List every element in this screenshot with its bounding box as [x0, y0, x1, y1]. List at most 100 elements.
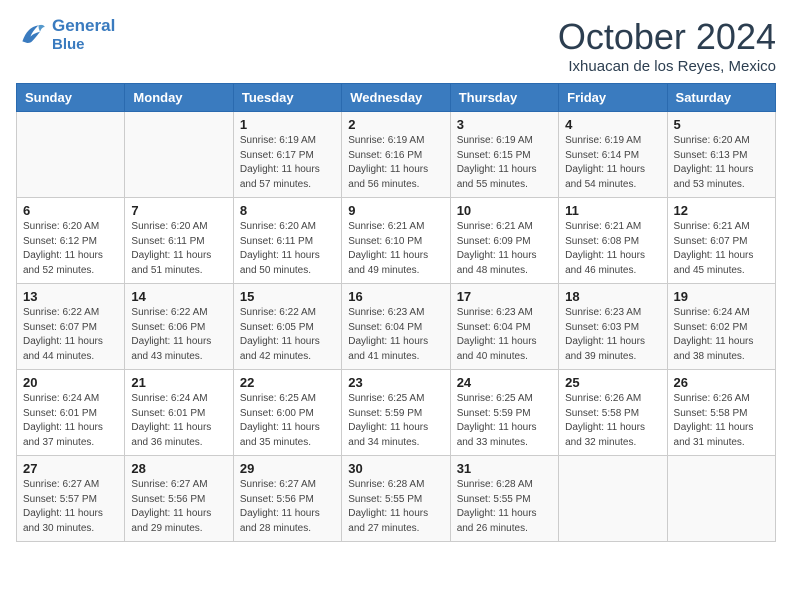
day-number: 27: [23, 461, 118, 476]
month-title: October 2024: [558, 16, 776, 58]
calendar-cell: [125, 112, 233, 198]
calendar-cell: 31 Sunrise: 6:28 AMSunset: 5:55 PMDayligh…: [450, 456, 558, 542]
day-info: Sunrise: 6:28 AMSunset: 5:55 PMDaylight:…: [348, 478, 443, 536]
day-number: 25: [565, 375, 660, 390]
day-info: Sunrise: 6:19 AMSunset: 6:17 PMDaylight:…: [240, 134, 335, 192]
day-info: Sunrise: 6:27 AMSunset: 5:56 PMDaylight:…: [131, 478, 226, 536]
calendar-cell: [559, 456, 667, 542]
calendar-cell: 27Sunrise: 6:27 AMSunset: 5:57 PMDayligh…: [17, 456, 125, 542]
day-info: Sunrise: 6:28 AMSunset: 5:55 PMDaylight:…: [457, 478, 552, 536]
day-info: Sunrise: 6:22 AMSunset: 6:06 PMDaylight:…: [131, 306, 226, 364]
logo: General Blue: [16, 16, 115, 53]
day-info: Sunrise: 6:24 AMSunset: 6:02 PMDaylight:…: [674, 306, 769, 364]
calendar-cell: 22Sunrise: 6:25 AMSunset: 6:00 PMDayligh…: [233, 370, 341, 456]
day-number: 6: [23, 203, 118, 218]
day-info: Sunrise: 6:20 AMSunset: 6:12 PMDaylight:…: [23, 220, 118, 278]
week-row-5: 27Sunrise: 6:27 AMSunset: 5:57 PMDayligh…: [17, 456, 776, 542]
day-number: 7: [131, 203, 226, 218]
day-info: Sunrise: 6:22 AMSunset: 6:05 PMDaylight:…: [240, 306, 335, 364]
calendar-cell: 17Sunrise: 6:23 AMSunset: 6:04 PMDayligh…: [450, 284, 558, 370]
day-info: Sunrise: 6:20 AMSunset: 6:13 PMDaylight:…: [674, 134, 769, 192]
day-number: 3: [457, 117, 552, 132]
calendar-cell: 9Sunrise: 6:21 AMSunset: 6:10 PMDaylight…: [342, 198, 450, 284]
calendar-cell: 26 Sunrise: 6:26 AMSunset: 5:58 PMDayligh…: [667, 370, 775, 456]
calendar-cell: 8 Sunrise: 6:20 AMSunset: 6:11 PMDaylight…: [233, 198, 341, 284]
calendar-cell: 10Sunrise: 6:21 AMSunset: 6:09 PMDayligh…: [450, 198, 558, 284]
header-monday: Monday: [125, 84, 233, 112]
day-number: 24: [457, 375, 552, 390]
calendar-cell: 5 Sunrise: 6:20 AMSunset: 6:13 PMDaylight…: [667, 112, 775, 198]
day-info: Sunrise: 6:19 AMSunset: 6:15 PMDaylight:…: [457, 134, 552, 192]
day-info: Sunrise: 6:20 AMSunset: 6:11 PMDaylight:…: [131, 220, 226, 278]
calendar-cell: 29 Sunrise: 6:27 AMSunset: 5:56 PMDayligh…: [233, 456, 341, 542]
day-number: 4: [565, 117, 660, 132]
calendar-cell: 20 Sunrise: 6:24 AMSunset: 6:01 PMDayligh…: [17, 370, 125, 456]
calendar-header: SundayMondayTuesdayWednesdayThursdayFrid…: [17, 84, 776, 112]
calendar-cell: 13 Sunrise: 6:22 AMSunset: 6:07 PMDayligh…: [17, 284, 125, 370]
header-friday: Friday: [559, 84, 667, 112]
header-row: SundayMondayTuesdayWednesdayThursdayFrid…: [17, 84, 776, 112]
day-number: 8: [240, 203, 335, 218]
day-number: 13: [23, 289, 118, 304]
day-number: 2: [348, 117, 443, 132]
calendar-cell: 6 Sunrise: 6:20 AMSunset: 6:12 PMDaylight…: [17, 198, 125, 284]
day-info: Sunrise: 6:26 AMSunset: 5:58 PMDaylight:…: [674, 392, 769, 450]
day-number: 16: [348, 289, 443, 304]
location: Ixhuacan de los Reyes, Mexico: [558, 58, 776, 75]
day-info: Sunrise: 6:24 AMSunset: 6:01 PMDaylight:…: [131, 392, 226, 450]
calendar-cell: [17, 112, 125, 198]
day-number: 1: [240, 117, 335, 132]
day-number: 31: [457, 461, 552, 476]
day-info: Sunrise: 6:21 AMSunset: 6:08 PMDaylight:…: [565, 220, 660, 278]
calendar-cell: 23Sunrise: 6:25 AMSunset: 5:59 PMDayligh…: [342, 370, 450, 456]
calendar-cell: 28 Sunrise: 6:27 AMSunset: 5:56 PMDayligh…: [125, 456, 233, 542]
calendar-cell: 14 Sunrise: 6:22 AMSunset: 6:06 PMDayligh…: [125, 284, 233, 370]
day-info: Sunrise: 6:21 AMSunset: 6:09 PMDaylight:…: [457, 220, 552, 278]
calendar-cell: 21 Sunrise: 6:24 AMSunset: 6:01 PMDayligh…: [125, 370, 233, 456]
day-number: 15: [240, 289, 335, 304]
logo-text: General Blue: [52, 16, 115, 53]
day-info: Sunrise: 6:24 AMSunset: 6:01 PMDaylight:…: [23, 392, 118, 450]
day-number: 5: [674, 117, 769, 132]
day-info: Sunrise: 6:26 AMSunset: 5:58 PMDaylight:…: [565, 392, 660, 450]
calendar-cell: 18 Sunrise: 6:23 AMSunset: 6:03 PMDayligh…: [559, 284, 667, 370]
day-info: Sunrise: 6:21 AMSunset: 6:07 PMDaylight:…: [674, 220, 769, 278]
day-info: Sunrise: 6:27 AMSunset: 5:56 PMDaylight:…: [240, 478, 335, 536]
day-number: 29: [240, 461, 335, 476]
day-info: Sunrise: 6:22 AMSunset: 6:07 PMDaylight:…: [23, 306, 118, 364]
header-saturday: Saturday: [667, 84, 775, 112]
day-info: Sunrise: 6:20 AMSunset: 6:11 PMDaylight:…: [240, 220, 335, 278]
header-tuesday: Tuesday: [233, 84, 341, 112]
day-info: Sunrise: 6:25 AMSunset: 6:00 PMDaylight:…: [240, 392, 335, 450]
day-number: 21: [131, 375, 226, 390]
day-info: Sunrise: 6:23 AMSunset: 6:03 PMDaylight:…: [565, 306, 660, 364]
calendar-title-block: October 2024 Ixhuacan de los Reyes, Mexi…: [558, 16, 776, 75]
week-row-3: 13 Sunrise: 6:22 AMSunset: 6:07 PMDayligh…: [17, 284, 776, 370]
day-number: 19: [674, 289, 769, 304]
day-number: 18: [565, 289, 660, 304]
calendar-cell: [667, 456, 775, 542]
day-number: 12: [674, 203, 769, 218]
calendar-cell: 16Sunrise: 6:23 AMSunset: 6:04 PMDayligh…: [342, 284, 450, 370]
page-header: General Blue October 2024 Ixhuacan de lo…: [16, 16, 776, 75]
logo-blue: Blue: [52, 36, 115, 53]
day-info: Sunrise: 6:25 AMSunset: 5:59 PMDaylight:…: [348, 392, 443, 450]
day-number: 26: [674, 375, 769, 390]
day-info: Sunrise: 6:19 AMSunset: 6:16 PMDaylight:…: [348, 134, 443, 192]
header-wednesday: Wednesday: [342, 84, 450, 112]
day-info: Sunrise: 6:25 AMSunset: 5:59 PMDaylight:…: [457, 392, 552, 450]
logo-icon: [16, 19, 48, 51]
calendar-cell: 24 Sunrise: 6:25 AMSunset: 5:59 PMDayligh…: [450, 370, 558, 456]
week-row-1: 1 Sunrise: 6:19 AMSunset: 6:17 PMDaylight…: [17, 112, 776, 198]
calendar-cell: 25 Sunrise: 6:26 AMSunset: 5:58 PMDayligh…: [559, 370, 667, 456]
calendar-cell: 15 Sunrise: 6:22 AMSunset: 6:05 PMDayligh…: [233, 284, 341, 370]
day-info: Sunrise: 6:23 AMSunset: 6:04 PMDaylight:…: [457, 306, 552, 364]
day-number: 28: [131, 461, 226, 476]
week-row-4: 20 Sunrise: 6:24 AMSunset: 6:01 PMDayligh…: [17, 370, 776, 456]
header-thursday: Thursday: [450, 84, 558, 112]
day-number: 20: [23, 375, 118, 390]
calendar-cell: 4Sunrise: 6:19 AMSunset: 6:14 PMDaylight…: [559, 112, 667, 198]
day-number: 14: [131, 289, 226, 304]
day-number: 11: [565, 203, 660, 218]
calendar-cell: 19 Sunrise: 6:24 AMSunset: 6:02 PMDayligh…: [667, 284, 775, 370]
